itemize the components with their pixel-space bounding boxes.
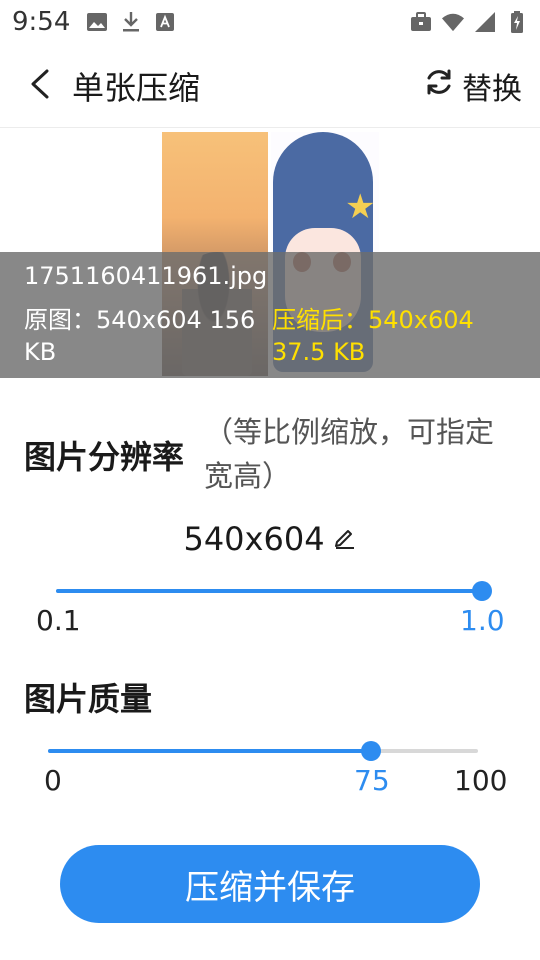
compressed-info: 压缩后：540x604 37.5 KB	[272, 306, 474, 366]
image-icon	[86, 11, 108, 33]
refresh-icon	[424, 67, 454, 105]
resolution-slider-thumb[interactable]	[472, 581, 492, 601]
battery-icon	[506, 11, 528, 33]
resolution-heading: 图片分辨率	[24, 438, 185, 476]
quality-min-label: 0	[44, 764, 62, 797]
resolution-min-label: 0.1	[36, 604, 81, 637]
quality-slider[interactable]	[48, 741, 478, 761]
a-icon	[154, 11, 176, 33]
quality-current-label: 75	[354, 764, 390, 797]
status-right-icons	[410, 11, 528, 33]
replace-label: 替换	[462, 71, 522, 107]
resolution-hint: （等比例缩放，可指定宽高）	[204, 415, 495, 493]
wifi-icon	[442, 11, 464, 33]
page-title: 单张压缩	[72, 68, 201, 107]
status-bar: 9:54	[0, 0, 540, 44]
resolution-slider[interactable]	[56, 581, 492, 601]
download-icon	[120, 11, 142, 33]
star-icon: ★	[345, 187, 376, 227]
image-preview: ★ 1751160411961.jpg 原图：540x604 156 KB 压缩…	[0, 130, 540, 378]
status-time: 9:54	[12, 7, 71, 37]
back-button[interactable]	[18, 64, 62, 108]
pencil-icon[interactable]	[333, 525, 357, 553]
chevron-left-icon	[29, 69, 51, 103]
quality-slider-thumb[interactable]	[360, 741, 381, 761]
compress-save-button[interactable]: 压缩并保存	[60, 845, 480, 923]
briefcase-icon	[410, 11, 432, 33]
file-name: 1751160411961.jpg	[24, 262, 268, 290]
quality-max-label: 100	[454, 764, 508, 797]
resolution-value[interactable]: 540x604	[183, 520, 324, 558]
resolution-value-row[interactable]: 540x604	[0, 520, 540, 558]
status-left-icons	[86, 11, 176, 33]
quality-slider-fill	[48, 749, 371, 753]
resolution-slider-fill	[56, 589, 482, 593]
original-info: 原图：540x604 156 KB	[24, 306, 256, 366]
resolution-max-label: 1.0	[460, 604, 505, 637]
signal-icon	[474, 11, 496, 33]
replace-button[interactable]: 替换	[424, 64, 522, 108]
toolbar: 单张压缩 替换	[0, 44, 540, 128]
quality-heading: 图片质量	[24, 680, 153, 718]
info-overlay: 1751160411961.jpg 原图：540x604 156 KB 压缩后：…	[0, 252, 540, 378]
